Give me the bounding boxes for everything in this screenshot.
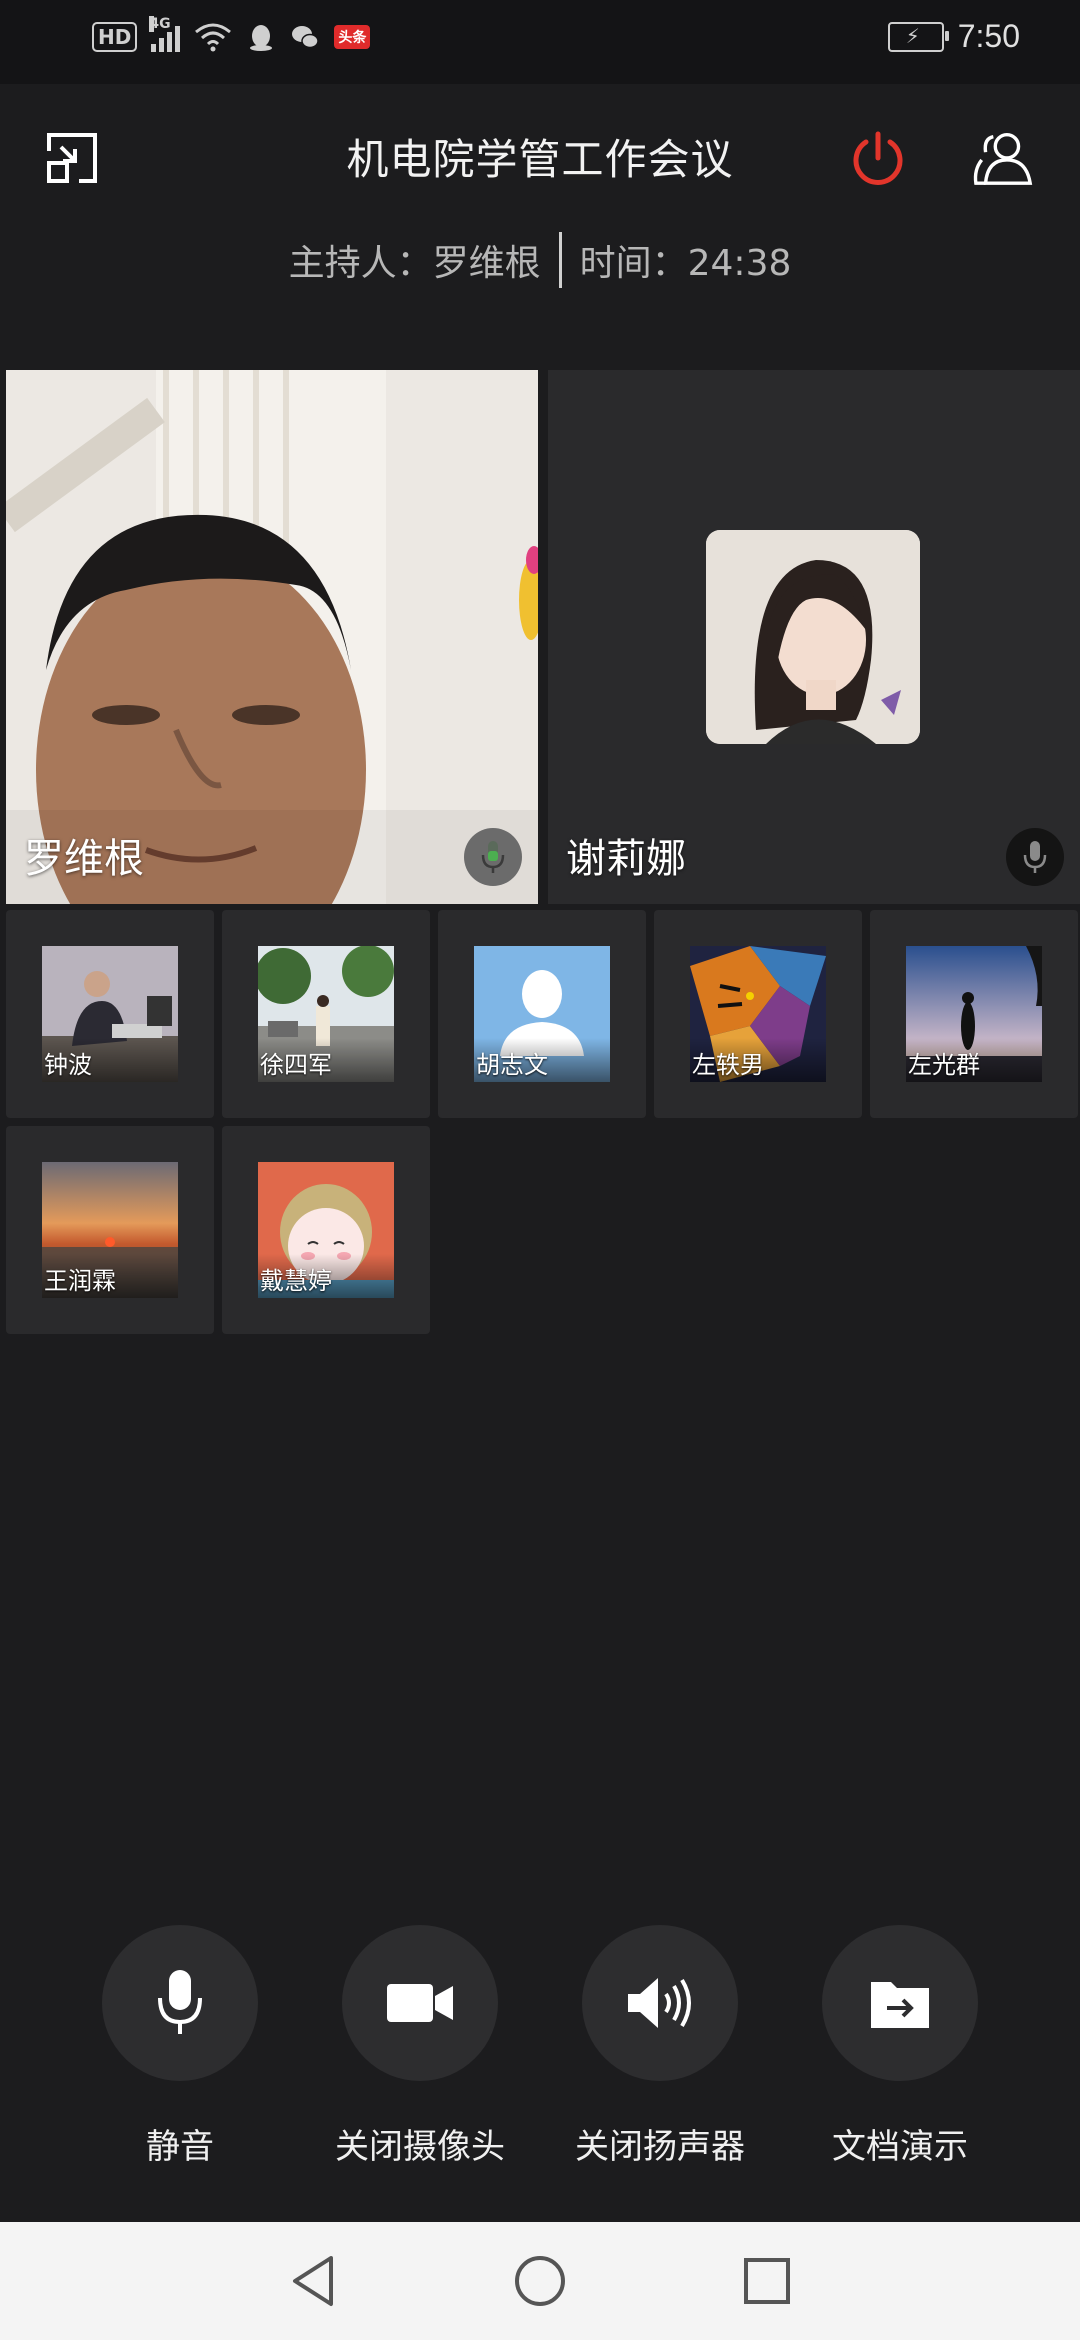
participant-tile[interactable]: 左光群 bbox=[870, 910, 1078, 1118]
participants-button[interactable] bbox=[972, 126, 1036, 190]
participant-thumbnail: 胡志文 bbox=[474, 946, 610, 1082]
battery-charging-icon: ⚡ bbox=[887, 21, 949, 52]
clock: 7:50 bbox=[957, 18, 1020, 54]
mic-status-badge bbox=[464, 828, 522, 886]
document-share-control[interactable]: 文档演示 bbox=[780, 1925, 1020, 2168]
mute-button[interactable] bbox=[102, 1925, 258, 2081]
meeting-header: 机电院学管工作会议 主持人：罗维根 时间：24:38 bbox=[0, 84, 1080, 384]
meeting-title: 机电院学管工作会议 bbox=[346, 135, 734, 184]
participant-name: 左轶男 bbox=[692, 1051, 764, 1079]
home-circle-icon bbox=[514, 2256, 565, 2306]
toutiao-app-icon: 头条 bbox=[334, 25, 371, 49]
recents-button[interactable] bbox=[732, 2246, 802, 2316]
participant-tile[interactable]: 王润霖 bbox=[6, 1126, 214, 1334]
speaker-off-button[interactable] bbox=[582, 1925, 738, 2081]
host-camera-feed bbox=[6, 370, 538, 904]
status-icons-left: HD 4G 头条 bbox=[92, 16, 371, 52]
participant-thumbnail: 王润霖 bbox=[42, 1162, 178, 1298]
speaker-icon bbox=[628, 1978, 691, 2028]
status-icons-right: ⚡ 7:50 bbox=[887, 18, 1020, 55]
participant-tile[interactable]: 胡志文 bbox=[438, 910, 646, 1118]
wechat-icon bbox=[292, 26, 320, 49]
participant-thumbnail: 左光群 bbox=[906, 946, 1042, 1082]
participant-name: 钟波 bbox=[44, 1051, 92, 1079]
qq-penguin-icon bbox=[250, 25, 273, 51]
video-tile-guest[interactable]: 谢莉娜 bbox=[548, 370, 1080, 904]
folder-share-icon bbox=[871, 1982, 929, 2028]
meeting-info: 主持人：罗维根 时间：24:38 bbox=[0, 232, 1080, 288]
mute-control[interactable]: 静音 bbox=[60, 1925, 300, 2168]
mic-status-badge bbox=[1006, 828, 1064, 886]
elapsed-time: 时间：24:38 bbox=[579, 243, 792, 284]
document-share-button[interactable] bbox=[822, 1925, 978, 2081]
participant-name: 戴慧婷 bbox=[260, 1267, 332, 1295]
avatar bbox=[706, 530, 920, 744]
status-bar: HD 4G 头条 ⚡ 7:50 bbox=[0, 0, 1080, 84]
cell-signal-icon: 4G bbox=[149, 16, 181, 52]
participant-thumbnail: 钟波 bbox=[42, 946, 178, 1082]
video-tile-host[interactable]: 罗维根 bbox=[6, 370, 538, 904]
participant-name: 胡志文 bbox=[476, 1051, 548, 1079]
control-label: 文档演示 bbox=[832, 2127, 968, 2167]
participant-name: 罗维根 bbox=[24, 836, 144, 882]
participant-name: 王润霖 bbox=[44, 1267, 116, 1295]
divider bbox=[558, 232, 562, 288]
power-icon bbox=[853, 131, 903, 185]
control-label: 关闭摄像头 bbox=[335, 2127, 505, 2167]
call-controls: 静音 关闭摄像头 关闭扬声器 文档演示 bbox=[0, 1925, 1080, 2175]
network-type-label: 4G bbox=[149, 16, 171, 32]
participants-icon bbox=[973, 133, 1033, 185]
participant-name: 左光群 bbox=[908, 1051, 980, 1079]
control-label: 静音 bbox=[146, 2127, 214, 2167]
control-label: 关闭扬声器 bbox=[575, 2127, 745, 2167]
participant-tile[interactable]: 戴慧婷 bbox=[222, 1126, 430, 1334]
back-button[interactable] bbox=[278, 2246, 348, 2316]
speaker-control[interactable]: 关闭扬声器 bbox=[540, 1925, 780, 2168]
participant-thumbnail: 戴慧婷 bbox=[258, 1162, 394, 1298]
leave-meeting-button[interactable] bbox=[846, 126, 910, 190]
back-triangle-icon bbox=[293, 2256, 334, 2306]
participant-name: 谢莉娜 bbox=[566, 836, 686, 882]
participant-tile[interactable]: 钟波 bbox=[6, 910, 214, 1118]
camera-icon bbox=[387, 1984, 453, 2022]
camera-control[interactable]: 关闭摄像头 bbox=[300, 1925, 540, 2168]
participant-thumbnail: 左轶男 bbox=[690, 946, 826, 1082]
recents-square-icon bbox=[743, 2258, 790, 2304]
main-video-area: 罗维根 谢莉娜 bbox=[6, 370, 1080, 904]
microphone-active-icon bbox=[481, 841, 505, 873]
microphone-icon bbox=[158, 1970, 202, 2034]
microphone-icon bbox=[1023, 841, 1047, 873]
avatar-illustration bbox=[706, 530, 920, 744]
system-navigation-bar bbox=[0, 2222, 1080, 2340]
hd-indicator: HD bbox=[92, 22, 138, 52]
participant-thumbnail: 徐四军 bbox=[258, 946, 394, 1082]
wifi-icon bbox=[195, 23, 232, 52]
camera-off-button[interactable] bbox=[342, 1925, 498, 2081]
participant-tile[interactable]: 左轶男 bbox=[654, 910, 862, 1118]
participant-tile[interactable]: 徐四军 bbox=[222, 910, 430, 1118]
host-label: 主持人：罗维根 bbox=[288, 243, 541, 284]
participant-name: 徐四军 bbox=[260, 1051, 332, 1079]
home-button[interactable] bbox=[505, 2246, 575, 2316]
